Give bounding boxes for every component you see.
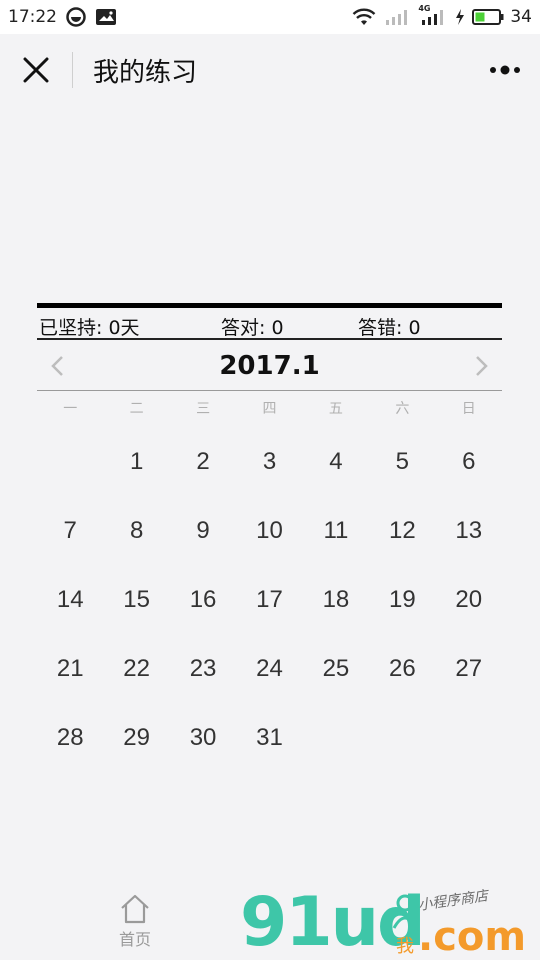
- next-month-button[interactable]: [462, 341, 502, 391]
- page-title: 我的练习: [93, 57, 198, 88]
- nav-divider: [72, 52, 73, 88]
- calendar-day-empty: [37, 427, 103, 496]
- calendar-day[interactable]: 17: [236, 565, 302, 634]
- calendar-day[interactable]: 19: [369, 565, 435, 634]
- calendar-day[interactable]: 6: [436, 427, 502, 496]
- calendar-day[interactable]: 8: [103, 496, 169, 565]
- calendar-day[interactable]: 28: [37, 703, 103, 772]
- calendar-day[interactable]: 24: [236, 634, 302, 703]
- nav-bar: 我的练习: [0, 34, 540, 106]
- calendar-day-empty: [369, 703, 435, 772]
- weekday-label: 五: [328, 401, 343, 417]
- calendar-day[interactable]: 21: [37, 634, 103, 703]
- weekday-label: 二: [129, 401, 144, 417]
- tab-home[interactable]: 首页: [95, 894, 175, 950]
- calendar-day[interactable]: 9: [170, 496, 236, 565]
- weekday-label: 日: [461, 401, 476, 417]
- close-button[interactable]: [0, 34, 72, 106]
- calendar-day[interactable]: 12: [369, 496, 435, 565]
- calendar-day[interactable]: 14: [37, 565, 103, 634]
- calendar-day[interactable]: 4: [303, 427, 369, 496]
- watermark-com: .com: [418, 914, 527, 960]
- watermark-logo: 91ud 我 .com 小程序商店: [240, 888, 540, 960]
- watermark-me: 我: [396, 936, 414, 957]
- calendar-header: 2017.1: [37, 341, 502, 391]
- streak-days: 已坚持: 0天: [39, 317, 140, 339]
- battery-icon: [472, 8, 504, 26]
- calendar-day[interactable]: 25: [303, 634, 369, 703]
- calendar-day[interactable]: 13: [436, 496, 502, 565]
- calendar-day[interactable]: 1: [103, 427, 169, 496]
- calendar-day[interactable]: 18: [303, 565, 369, 634]
- weekday-label: 一: [63, 401, 78, 417]
- weekday-label: 四: [262, 401, 277, 417]
- calendar-day[interactable]: 30: [170, 703, 236, 772]
- person-icon: [392, 894, 418, 929]
- status-time: 17:22: [8, 7, 57, 27]
- calendar-day[interactable]: 22: [103, 634, 169, 703]
- app-notification-icon: [66, 7, 86, 27]
- charging-icon: [454, 8, 466, 26]
- signal-sim2-icon: 4G: [418, 4, 448, 27]
- calendar-day[interactable]: 7: [37, 496, 103, 565]
- signal-sim1-icon: [382, 7, 412, 27]
- correct-count: 答对: 0: [221, 317, 284, 339]
- battery-level: 34: [510, 7, 532, 27]
- calendar-day[interactable]: 11: [303, 496, 369, 565]
- calendar-day[interactable]: 23: [170, 634, 236, 703]
- stats-bar: 已坚持: 0天 答对: 0 答错: 0: [37, 303, 502, 340]
- calendar-day[interactable]: 26: [369, 634, 435, 703]
- calendar-day[interactable]: 5: [369, 427, 435, 496]
- calendar-day[interactable]: 29: [103, 703, 169, 772]
- calendar-day-empty: [303, 703, 369, 772]
- calendar-day-empty: [436, 703, 502, 772]
- calendar-day[interactable]: 15: [103, 565, 169, 634]
- calendar-day[interactable]: 20: [436, 565, 502, 634]
- calendar-day[interactable]: 31: [236, 703, 302, 772]
- status-bar: 17:22 4G 34: [0, 0, 540, 34]
- tab-home-label: 首页: [118, 930, 151, 949]
- more-dots-icon: [490, 65, 520, 75]
- wrong-count: 答错: 0: [358, 317, 421, 339]
- image-notification-icon: [95, 8, 117, 26]
- calendar-day-grid: 1 2 3 4 5 6 7 8 9 10 11 12 13 14 15 16 17 18 19 20 21 22 23 24 2…: [37, 427, 502, 772]
- weekday-row: 一 二 三 四 五 六 日: [37, 398, 502, 418]
- weekday-label: 三: [196, 401, 211, 417]
- close-icon: [23, 57, 49, 83]
- chevron-right-icon: [476, 356, 488, 376]
- prev-month-button[interactable]: [37, 341, 77, 391]
- calendar-day[interactable]: 2: [170, 427, 236, 496]
- calendar-day[interactable]: 16: [170, 565, 236, 634]
- calendar-day[interactable]: 27: [436, 634, 502, 703]
- wifi-icon: [352, 8, 376, 26]
- calendar-day[interactable]: 3: [236, 427, 302, 496]
- calendar-day[interactable]: 10: [236, 496, 302, 565]
- chevron-left-icon: [51, 356, 63, 376]
- weekday-label: 六: [395, 401, 410, 417]
- network-type-label: 4G: [418, 4, 431, 13]
- more-options-button[interactable]: [470, 34, 540, 106]
- calendar-month-title: 2017.1: [219, 350, 320, 381]
- home-icon: [121, 894, 149, 924]
- watermark-tagline: 小程序商店: [417, 888, 489, 914]
